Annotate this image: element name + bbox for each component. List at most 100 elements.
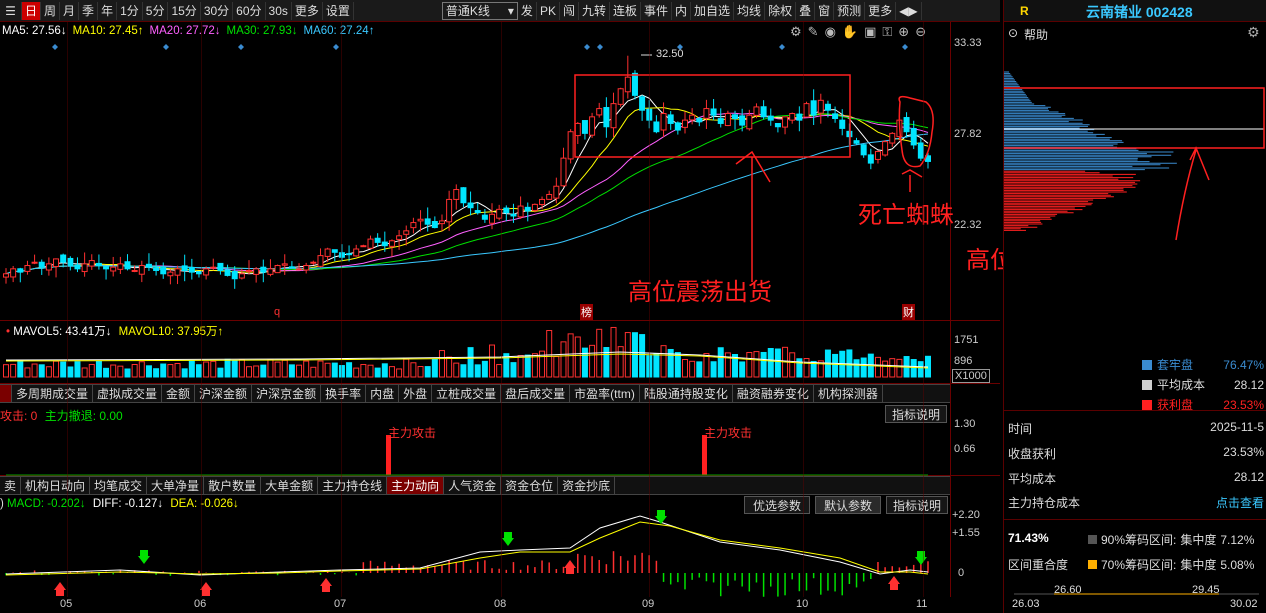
period-button[interactable]: 30s (266, 1, 292, 20)
volume-bar (88, 363, 95, 378)
volume-bar (717, 347, 724, 378)
tool-button[interactable]: 事件 (641, 1, 673, 20)
range-90-conc: 集中度 (1180, 533, 1217, 547)
tool-button[interactable]: 闯 (560, 1, 579, 20)
volume-unit: X1000 (952, 369, 990, 383)
volume-bar (517, 355, 524, 378)
gear-icon[interactable]: ⚙ (1247, 24, 1260, 41)
time-label: 时间 (1008, 422, 1033, 436)
holder-link[interactable]: 点击查看 (1216, 494, 1264, 511)
tool-button[interactable]: 窗 (815, 1, 835, 20)
date-label: 11 (916, 598, 928, 610)
tool-button[interactable]: 连板 (610, 1, 641, 20)
indicator-tab[interactable]: 机构探测器 (814, 385, 883, 402)
main-force-bar (386, 435, 391, 475)
indicator-tab[interactable]: 资金抄底 (558, 477, 616, 494)
period-button[interactable]: 周 (41, 1, 61, 20)
indicator-tab[interactable]: 人气资金 (444, 477, 502, 494)
period-button[interactable]: 60分 (233, 1, 266, 20)
volume-bar (553, 356, 560, 378)
indicator-explain-button[interactable]: 指标说明 (885, 405, 947, 423)
indicator-tab[interactable]: 换手率 (321, 385, 367, 402)
indicator-tab[interactable]: 立桩成交量 (432, 385, 502, 402)
event-mark-cai[interactable]: 财 (902, 304, 915, 320)
indicator-tab[interactable]: 主力动向 (387, 477, 445, 494)
candle (860, 144, 867, 158)
cost-label: 平均成本 (1008, 472, 1057, 486)
toolbar-menu-icon[interactable]: ☰ (0, 1, 22, 20)
panel-r-label[interactable]: R (1020, 4, 1029, 18)
indicator-tab[interactable]: 大单净量 (147, 477, 205, 494)
default-params-button[interactable]: 默认参数 (815, 496, 881, 514)
indicator-tab[interactable]: 沪深京金额 (252, 385, 322, 402)
candle (17, 267, 24, 283)
indicator-tab[interactable]: 盘后成交量 (501, 385, 571, 402)
event-mark-bang[interactable]: 榜 (580, 304, 593, 320)
period-button[interactable]: 5分 (143, 1, 169, 20)
indicator-tab[interactable]: 卖 (0, 477, 22, 494)
period-button[interactable]: 日 (22, 1, 42, 20)
period-button[interactable]: 1分 (117, 1, 143, 20)
sell-signal-arrow (502, 532, 514, 546)
candle (3, 268, 9, 284)
kline-type-value: 普通K线 (445, 4, 490, 18)
indicator-tab[interactable]: 大单金额 (261, 477, 319, 494)
indicator-tab[interactable]: 融资融券变化 (733, 385, 814, 402)
indicator-tab[interactable]: 均笔成交 (90, 477, 148, 494)
candle (260, 259, 267, 283)
candle (674, 121, 681, 135)
indicator-tab[interactable]: 机构日动向 (21, 477, 91, 494)
indicator-tab[interactable]: 外盘 (399, 385, 433, 402)
indicator-tab[interactable]: 资金仓位 (501, 477, 559, 494)
period-button[interactable]: 月 (60, 1, 80, 20)
range-70-pct: 5.08% (1220, 557, 1255, 572)
tool-button[interactable]: 预测 (834, 1, 866, 20)
cost-value: 28.12 (1233, 470, 1264, 484)
date-label: 10 (796, 598, 809, 610)
period-button[interactable]: 年 (98, 1, 118, 20)
collapse-icon[interactable]: ◀▶ (896, 1, 922, 20)
volume-bar (789, 352, 796, 378)
tool-button[interactable]: 除权 (765, 1, 797, 20)
kline-type-select[interactable]: 普通K线 ▾ (441, 1, 518, 20)
volume-bar (353, 367, 360, 378)
tool-button[interactable]: 九转 (579, 1, 610, 20)
period-button[interactable]: 季 (79, 1, 99, 20)
optimal-params-button[interactable]: 优选参数 (744, 496, 810, 514)
indicator-tab[interactable]: 虚拟成交量 (93, 385, 163, 402)
indicator-tab[interactable]: 沪深金额 (195, 385, 253, 402)
period-button[interactable]: 15分 (168, 1, 201, 20)
tab-marker[interactable] (0, 385, 12, 402)
tool-button[interactable]: 叠 (796, 1, 816, 20)
indicator-tab[interactable]: 多周期成交量 (12, 385, 94, 402)
candle (560, 147, 567, 187)
candle (817, 93, 824, 124)
tool-button[interactable]: 内 (672, 1, 692, 20)
tool-button[interactable]: 加自选 (691, 1, 735, 20)
period-button[interactable]: 设置 (323, 1, 354, 20)
tool-button[interactable]: 发 (518, 1, 537, 20)
tool-button[interactable]: PK (537, 1, 560, 20)
help-icon[interactable]: ⊙ (1008, 26, 1018, 40)
indicator-tab[interactable]: 市盈率(ttm) (570, 385, 640, 402)
indicator-tab[interactable]: 散户数量 (204, 477, 262, 494)
event-mark-q[interactable]: q (274, 306, 280, 318)
period-button[interactable]: 更多 (292, 1, 323, 20)
indicator-tab[interactable]: 金额 (162, 385, 196, 402)
macd-axis-top: +2.20 (952, 509, 980, 521)
indicator-explain-button[interactable]: 指标说明 (886, 496, 948, 514)
volume-bar (367, 364, 374, 378)
volume-bar (253, 365, 260, 378)
volume-bar (639, 334, 646, 378)
period-button[interactable]: 30分 (201, 1, 234, 20)
candle (145, 253, 152, 271)
range-90-row: 90%筹码区间: 集中度 7.12% (1088, 531, 1254, 548)
candle (417, 210, 424, 232)
indicator-tab[interactable]: 内盘 (366, 385, 400, 402)
indicator-tab[interactable]: 主力持仓线 (318, 477, 388, 494)
tool-button[interactable]: 更多 (865, 1, 897, 20)
macd-paren: ) (0, 498, 4, 510)
indicator-tab[interactable]: 陆股通持股变化 (640, 385, 733, 402)
date-gridline (341, 22, 342, 597)
tool-button[interactable]: 均线 (734, 1, 766, 20)
